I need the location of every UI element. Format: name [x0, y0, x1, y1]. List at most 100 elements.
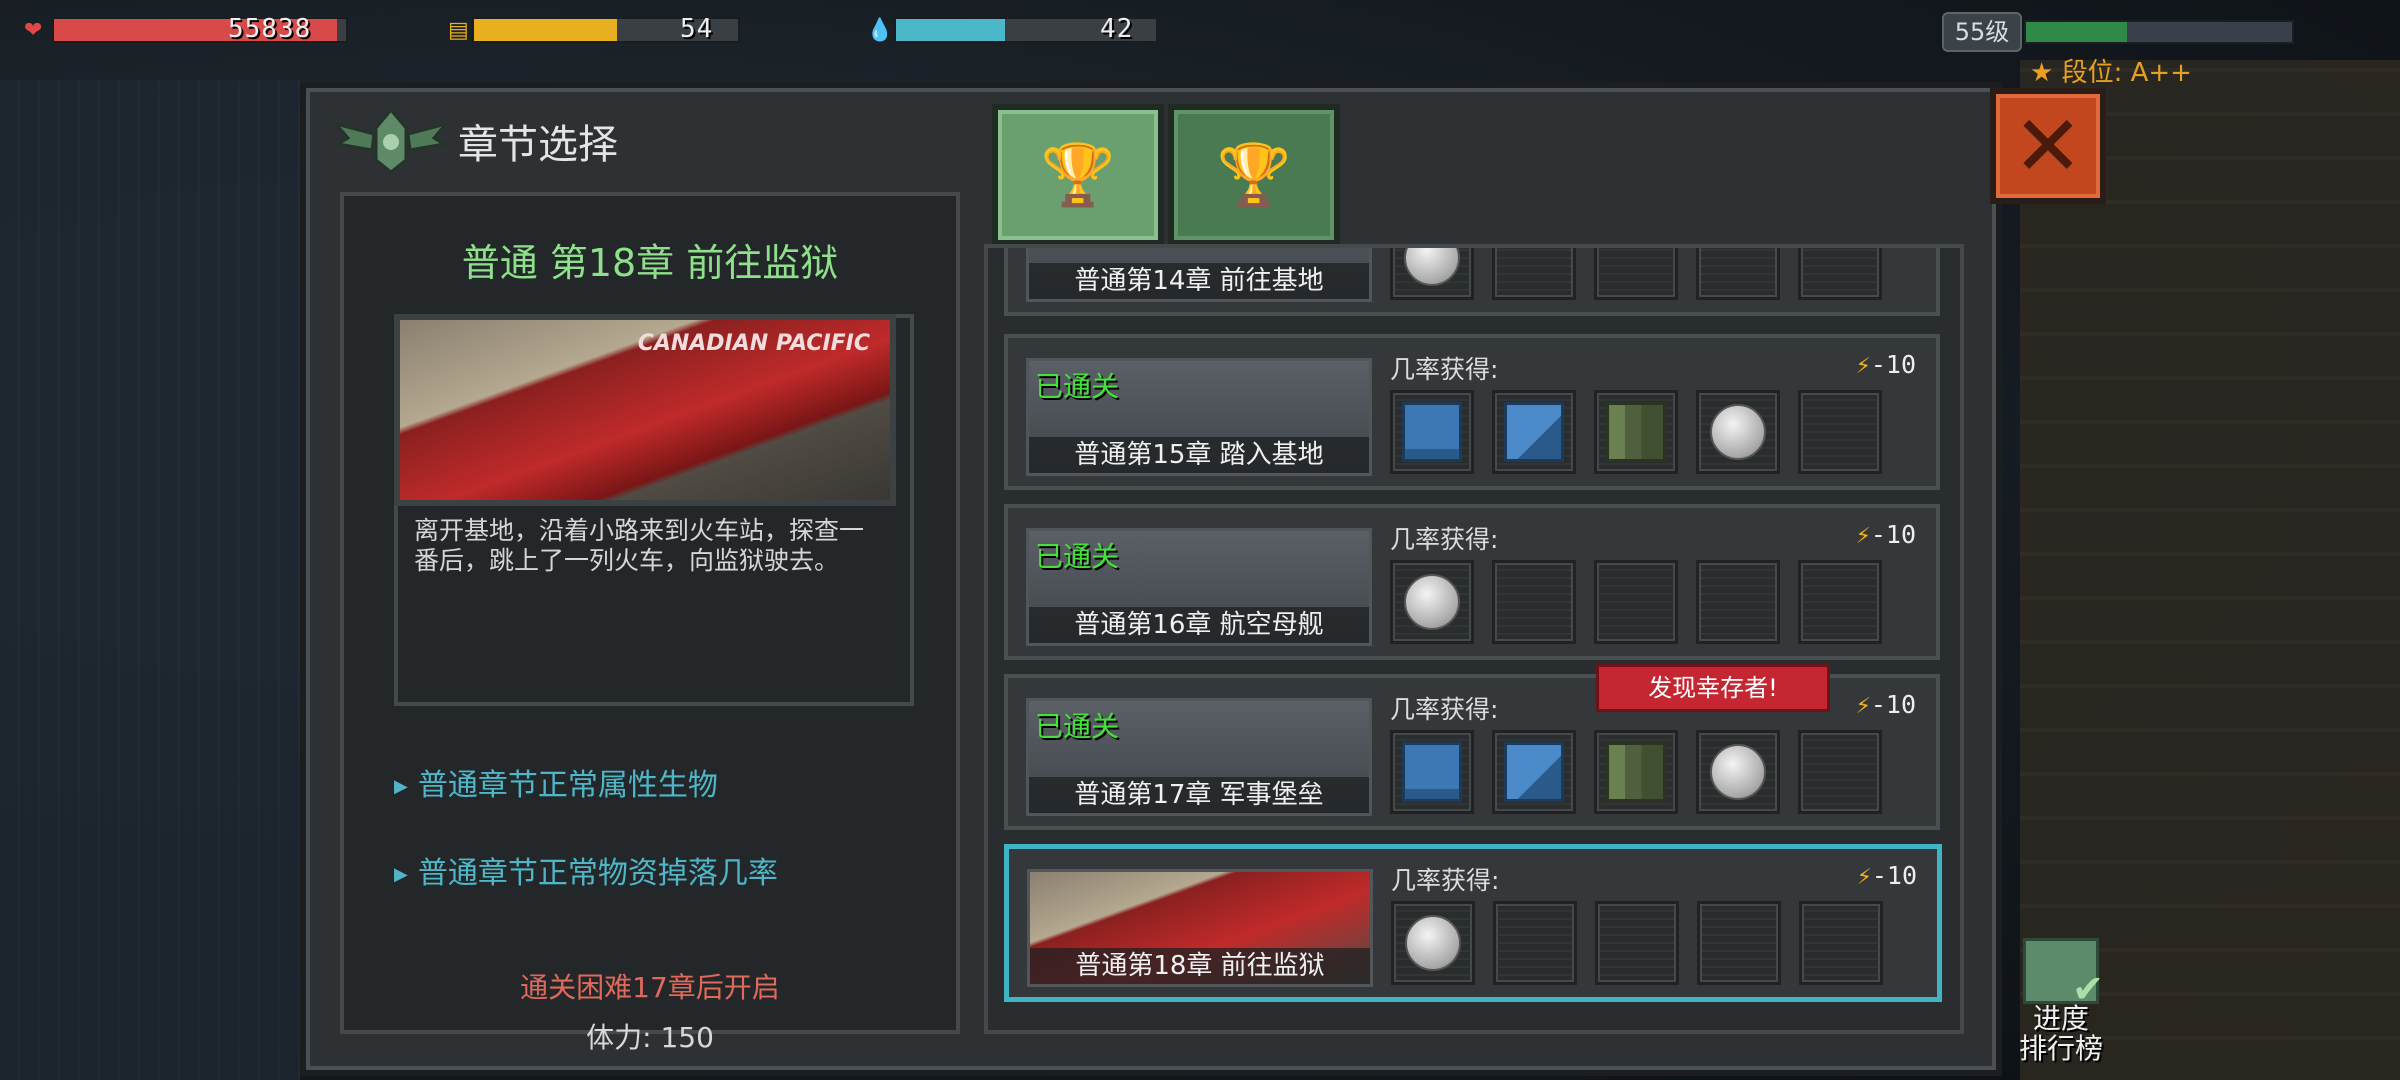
reward-slot — [1492, 248, 1576, 300]
chapter-preview-image: CANADIAN PACIFIC — [394, 314, 896, 506]
winged-trophy-icon: 🏆 — [1216, 140, 1292, 211]
reward-slot — [1697, 901, 1781, 985]
drop-rate-label: 几率获得: — [1390, 355, 1499, 384]
drop-rate-label: 几率获得: — [1391, 866, 1500, 895]
reward-slot — [1696, 560, 1780, 644]
reward-slot — [1391, 901, 1475, 985]
ammo-icon — [1606, 742, 1666, 802]
chapter-name: 普通第17章 军事堡垒 — [1029, 777, 1369, 813]
chapter-detail: 普通 第18章 前往监狱 CANADIAN PACIFIC 离开基地，沿着小路来… — [340, 192, 960, 1034]
drop-rate-label: 几率获得: — [1390, 695, 1499, 724]
reward-slot — [1696, 390, 1780, 474]
unlock-hint: 通关困难17章后开启 — [520, 971, 780, 1004]
chapter-name: 普通第14章 前往基地 — [1029, 263, 1369, 299]
train-logo-text: CANADIAN PACIFIC — [637, 331, 870, 356]
coin-icon — [1710, 744, 1766, 800]
energy-cost: ⚡-10 — [1856, 861, 1917, 890]
food-value: 54 — [680, 14, 714, 44]
reward-slot — [1798, 560, 1882, 644]
water-value: 42 — [1100, 14, 1134, 44]
water-fill — [896, 19, 1006, 41]
reward-slot — [1390, 390, 1474, 474]
reward-slot — [1594, 560, 1678, 644]
reward-slot — [1594, 730, 1678, 814]
close-icon: ✕ — [2012, 97, 2084, 195]
chapter-row-16[interactable]: 已通关 普通第16章 航空母舰 几率获得: ⚡-10 — [1004, 504, 1940, 660]
coin-icon — [1404, 248, 1460, 286]
supply-box-icon — [1402, 742, 1462, 802]
coin-icon — [1405, 915, 1461, 971]
reward-slot — [1492, 730, 1576, 814]
reward-slot — [1696, 248, 1780, 300]
reward-slot — [1493, 901, 1577, 985]
chapter-name: 普通第18章 前往监狱 — [1030, 948, 1370, 984]
calendar-check-icon — [2023, 938, 2104, 1011]
chapter-thumbnail: 普通第14章 前往基地 — [1026, 248, 1372, 302]
survivor-found-tag: 发现幸存者! — [1596, 664, 1830, 712]
coin-icon — [1404, 574, 1460, 630]
reward-slot — [1696, 730, 1780, 814]
chapter-thumbnail: 普通第18章 前往监狱 — [1027, 869, 1373, 987]
drop-rate-label: 几率获得: — [1390, 525, 1499, 554]
heart-icon: ❤ — [24, 18, 43, 43]
hp-bar: ❤ 55838 — [24, 14, 348, 44]
food-bar: ▤ 54 — [448, 14, 748, 44]
background-right — [2020, 60, 2400, 1080]
reward-slot — [1799, 901, 1883, 985]
winged-emblem-icon — [334, 107, 448, 174]
reward-slot — [1798, 248, 1882, 300]
food-icon: ▤ — [448, 18, 469, 43]
progress-leaderboard-button[interactable]: 进度 排行榜 — [2016, 938, 2106, 1068]
tab-normal[interactable]: 🏆 — [992, 104, 1164, 246]
water-bar: 💧 42 — [866, 14, 1166, 44]
water-drop-icon: 💧 — [866, 18, 894, 43]
lightning-icon: ⚡ — [1855, 350, 1871, 379]
chapter-list[interactable]: 普通第14章 前往基地 已通关 普通第15章 踏入基地 几率获得: ⚡-10 已… — [984, 244, 1964, 1034]
trophy-icon: 🏆 — [1040, 140, 1116, 211]
rank-label: ★ 段位: A++ — [2030, 58, 2192, 88]
level-progress — [2024, 20, 2294, 44]
chapter-name: 普通第16章 航空母舰 — [1029, 607, 1369, 643]
reward-slot — [1492, 560, 1576, 644]
reward-slot — [1390, 730, 1474, 814]
lightning-icon: ⚡ — [1856, 861, 1872, 890]
stamina-cost: 体力: 150 — [586, 1021, 714, 1054]
close-button[interactable]: ✕ — [1990, 88, 2106, 204]
reward-slot — [1594, 390, 1678, 474]
lightning-icon: ⚡ — [1855, 690, 1871, 719]
energy-cost: ⚡-10 — [1855, 520, 1916, 549]
cleared-badge: 已通关 — [1035, 710, 1120, 743]
level-progress-fill — [2026, 22, 2128, 42]
monster-info-link[interactable]: 普通章节正常属性生物 — [394, 760, 718, 804]
weapon-case-icon — [1504, 742, 1564, 802]
leaderboard-label: 排行榜 — [2018, 1032, 2103, 1065]
lightning-icon: ⚡ — [1855, 520, 1871, 549]
reward-slot — [1798, 390, 1882, 474]
coin-icon — [1710, 404, 1766, 460]
cleared-badge: 已通关 — [1035, 370, 1120, 403]
tab-hard[interactable]: 🏆 — [1168, 104, 1340, 246]
reward-slot — [1594, 248, 1678, 300]
panel-title: 章节选择 — [458, 122, 618, 168]
reward-slot — [1390, 560, 1474, 644]
detail-title: 普通 第18章 前往监狱 — [461, 241, 839, 285]
reward-slot — [1798, 730, 1882, 814]
chapter-thumbnail: 已通关 普通第15章 踏入基地 — [1026, 358, 1372, 476]
chapter-thumbnail: 已通关 普通第16章 航空母舰 — [1026, 528, 1372, 646]
hp-value: 55838 — [228, 14, 312, 44]
ammo-icon — [1606, 402, 1666, 462]
energy-cost: ⚡-10 — [1855, 350, 1916, 379]
chapter-row-18[interactable]: 普通第18章 前往监狱 几率获得: ⚡-10 — [1004, 844, 1942, 1002]
background-left — [0, 80, 300, 1080]
chapter-description: 离开基地，沿着小路来到火车站，探查一番后，跳上了一列火车，向监狱驶去。 — [414, 516, 865, 575]
supply-box-icon — [1402, 402, 1462, 462]
weapon-case-icon — [1504, 402, 1564, 462]
reward-slot — [1595, 901, 1679, 985]
player-level: 55级 — [1942, 12, 2022, 52]
chapter-row-14[interactable]: 普通第14章 前往基地 — [1004, 248, 1940, 316]
chapter-row-15[interactable]: 已通关 普通第15章 踏入基地 几率获得: ⚡-10 — [1004, 334, 1940, 490]
reward-slot — [1492, 390, 1576, 474]
cleared-badge: 已通关 — [1035, 540, 1120, 573]
chapter-thumbnail: 已通关 普通第17章 军事堡垒 — [1026, 698, 1372, 816]
drop-rate-link[interactable]: 普通章节正常物资掉落几率 — [394, 848, 778, 892]
